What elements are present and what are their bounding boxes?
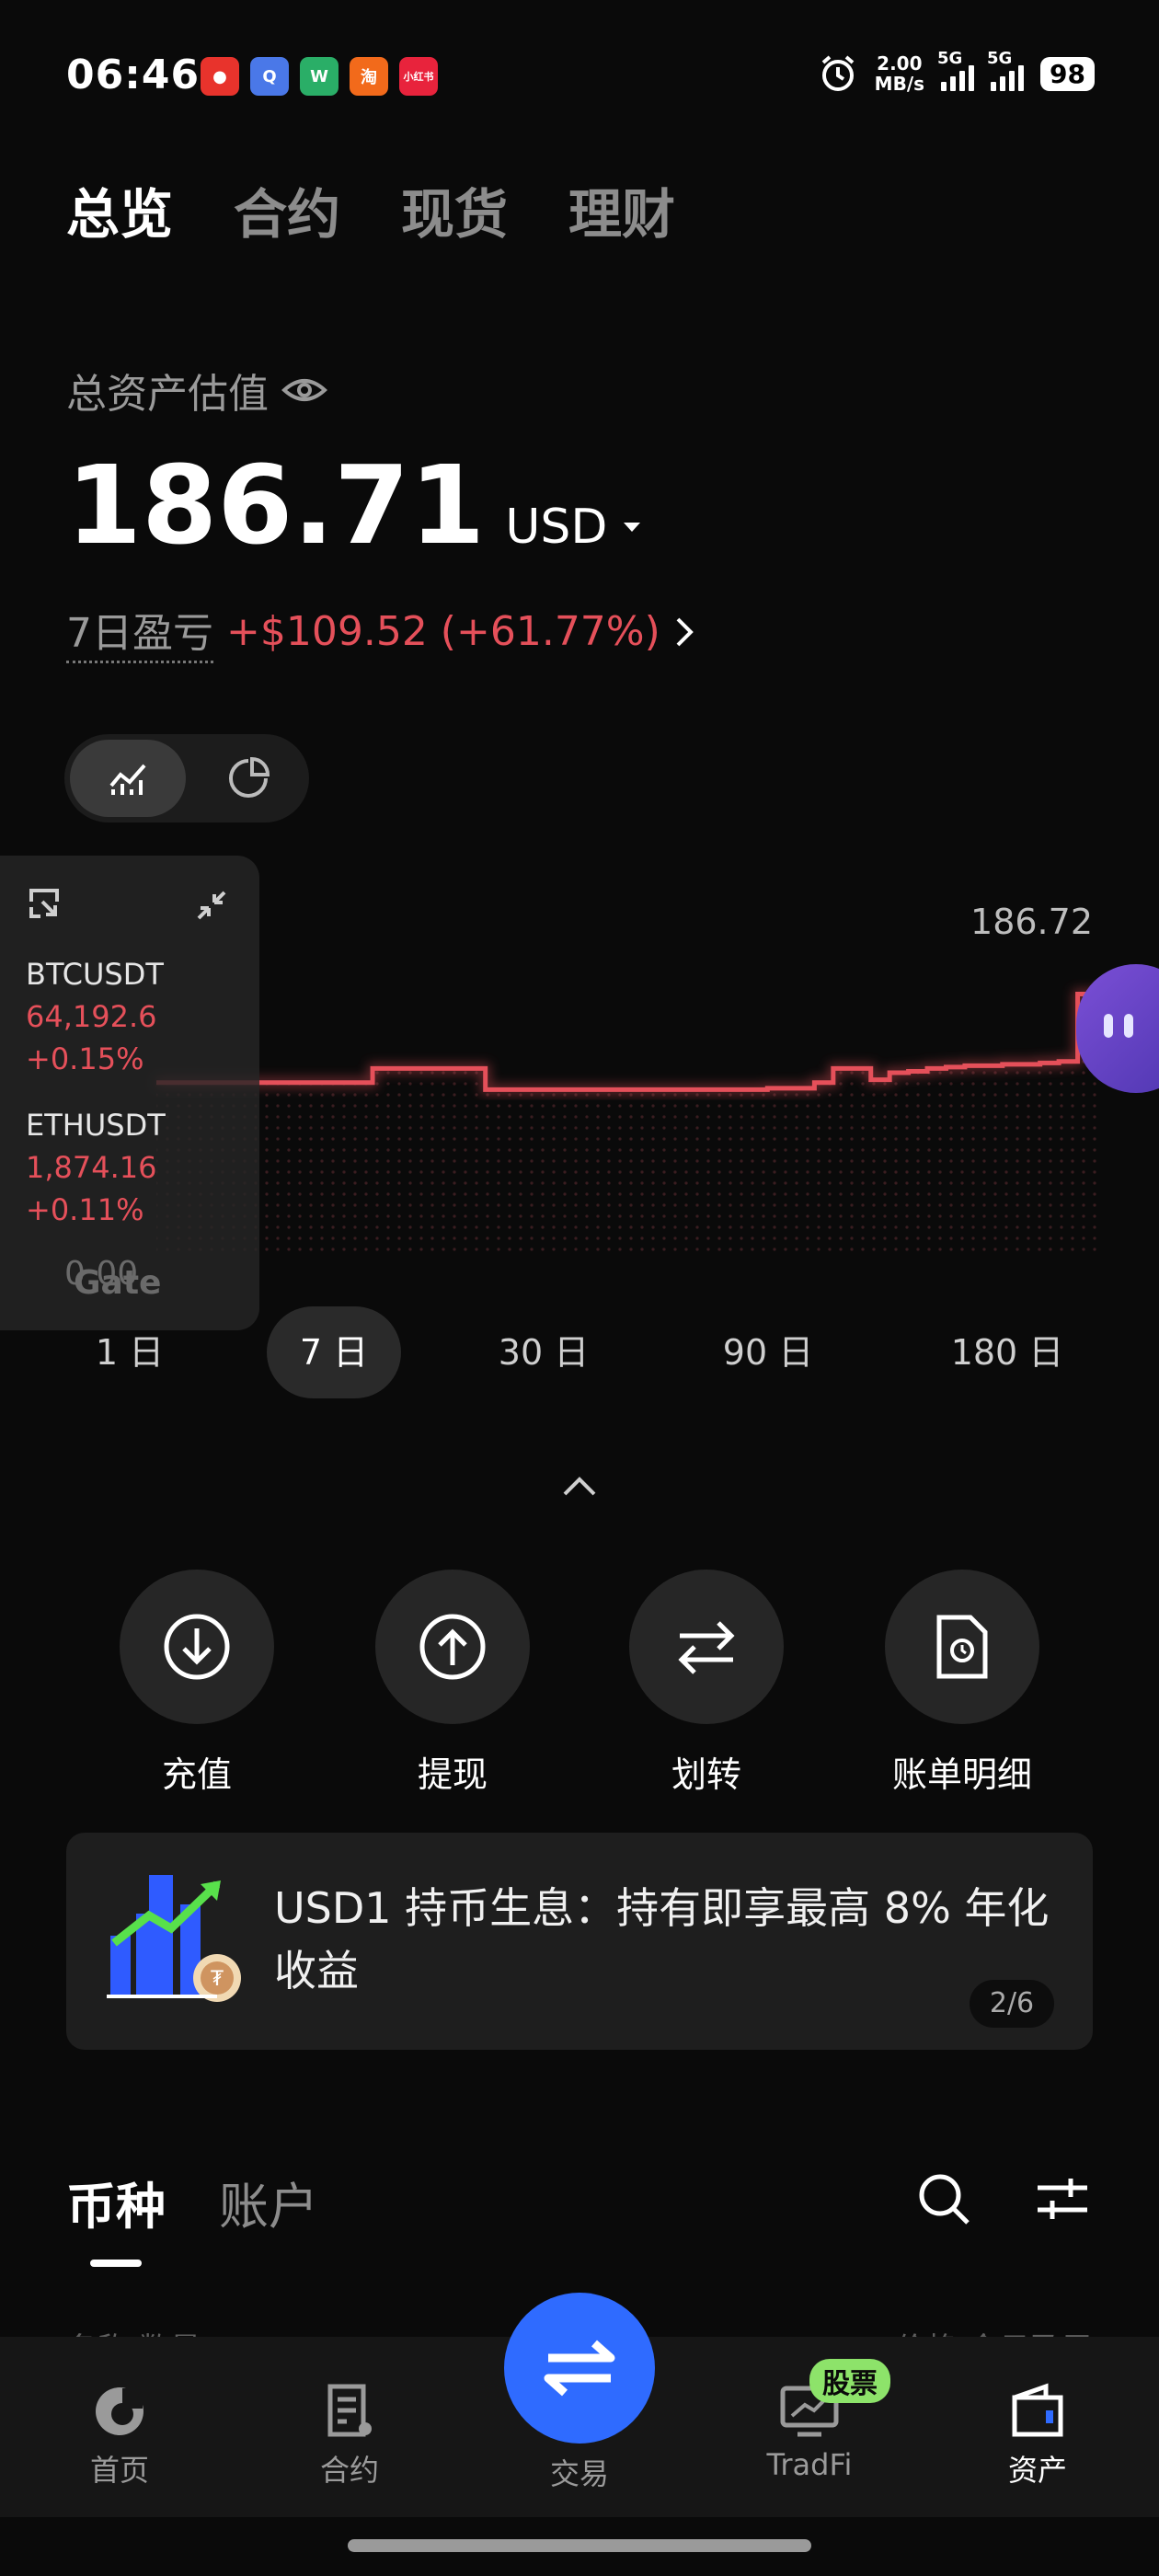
pie-chart-toggle[interactable] bbox=[193, 740, 304, 817]
nav-futures[interactable]: 合约 bbox=[267, 2383, 432, 2490]
caret-down-icon bbox=[624, 523, 641, 532]
deposit-button[interactable] bbox=[120, 1570, 274, 1724]
gate-watermark: Gate bbox=[74, 1264, 162, 1302]
chart-max-label: 186.72 bbox=[970, 902, 1093, 942]
deposit-label: 充值 bbox=[161, 1754, 232, 1795]
bill-details-label: 账单明细 bbox=[891, 1754, 1032, 1795]
chart-view-toggle bbox=[64, 734, 309, 822]
filter-sliders-icon[interactable] bbox=[1036, 2177, 1089, 2221]
total-assets-value: 186.71 bbox=[66, 442, 486, 569]
swap-arrows-icon bbox=[544, 2340, 615, 2397]
expand-icon[interactable] bbox=[28, 887, 61, 920]
bill-details-button[interactable] bbox=[885, 1570, 1039, 1724]
nav-futures-label: 合约 bbox=[319, 2453, 379, 2488]
withdraw-circle bbox=[375, 1570, 530, 1724]
app-icon-1: ● bbox=[201, 57, 239, 96]
document-clock-icon bbox=[936, 1615, 988, 1679]
total-assets-row: 186.71 USD bbox=[66, 442, 642, 569]
deposit-circle bbox=[120, 1570, 274, 1724]
network-speed: 2.00 MB/s bbox=[875, 53, 924, 94]
contract-icon bbox=[327, 2384, 372, 2437]
transfer-button[interactable] bbox=[629, 1570, 784, 1724]
transfer-circle bbox=[629, 1570, 784, 1724]
currency-label: USD bbox=[505, 500, 608, 555]
wechat-icon: W bbox=[300, 57, 339, 96]
tab-earn[interactable]: 理财 bbox=[568, 171, 675, 248]
collapse-icon[interactable] bbox=[195, 889, 228, 922]
nav-home[interactable]: 首页 bbox=[37, 2383, 202, 2490]
svg-text:₮: ₮ bbox=[211, 1968, 224, 1991]
bill-circle bbox=[885, 1570, 1039, 1724]
tab-overview[interactable]: 总览 bbox=[66, 171, 173, 248]
withdraw-icon bbox=[419, 1614, 486, 1680]
net-speed-unit: MB/s bbox=[874, 73, 925, 95]
pnl-value: +$109.52 (+61.77%) bbox=[226, 608, 660, 655]
tab-indicator bbox=[90, 2260, 142, 2267]
ticker-price: 1,874.16 bbox=[26, 1150, 157, 1185]
ticker-eth[interactable]: ETHUSDT 1,874.16 +0.11% bbox=[26, 1104, 166, 1231]
stocks-badge: 股票 bbox=[809, 2359, 890, 2403]
promo-banner[interactable]: ₮ USD1 持币生息：持有即享最高 8% 年化收益 2/6 bbox=[66, 1833, 1093, 2050]
period-30d[interactable]: 30 日 bbox=[484, 1306, 603, 1398]
currency-selector[interactable]: USD bbox=[505, 500, 642, 555]
nav-trade-label[interactable]: 交易 bbox=[497, 2451, 662, 2493]
period-7d[interactable]: 7 日 bbox=[267, 1306, 401, 1398]
banner-text: USD1 持币生息：持有即享最高 8% 年化收益 bbox=[274, 1883, 1050, 1995]
ticker-change: +0.11% bbox=[26, 1192, 144, 1227]
alarm-icon bbox=[821, 55, 854, 91]
app-icon-2: Q bbox=[250, 57, 289, 96]
ticker-price: 64,192.6 bbox=[26, 999, 157, 1034]
chevron-up-icon[interactable] bbox=[561, 1474, 598, 1498]
taobao-icon: 淘 bbox=[350, 57, 388, 96]
eye-icon[interactable] bbox=[281, 374, 327, 406]
chart-area bbox=[156, 988, 1096, 1251]
wallet-icon bbox=[1012, 2383, 1063, 2437]
search-icon[interactable] bbox=[916, 2171, 973, 2228]
xiaohongshu-icon: 小红书 bbox=[399, 57, 438, 96]
line-chart-toggle[interactable] bbox=[70, 740, 186, 817]
signal-icon-2: 5G bbox=[987, 49, 1025, 91]
line-chart-icon bbox=[109, 764, 146, 795]
withdraw-button[interactable] bbox=[375, 1570, 530, 1724]
home-icon bbox=[96, 2387, 143, 2435]
ticker-symbol: ETHUSDT bbox=[26, 1108, 166, 1143]
signal-icon-1: 5G bbox=[937, 49, 975, 91]
period-1d[interactable]: 1 日 bbox=[79, 1306, 180, 1398]
total-assets-header: 总资产估值 bbox=[66, 361, 327, 420]
tab-spot[interactable]: 现货 bbox=[401, 171, 508, 248]
pie-chart-icon bbox=[229, 757, 270, 798]
ticker-change: +0.15% bbox=[26, 1041, 144, 1076]
signal-label-1: 5G bbox=[937, 49, 963, 68]
tab-futures[interactable]: 合约 bbox=[234, 171, 340, 248]
nav-assets[interactable]: 资产 bbox=[955, 2383, 1120, 2490]
pnl-label: 7日盈亏 bbox=[66, 600, 213, 663]
period-90d[interactable]: 90 日 bbox=[708, 1306, 828, 1398]
banner-page-indicator: 2/6 bbox=[970, 1980, 1054, 2028]
deposit-icon bbox=[164, 1614, 230, 1680]
ticker-btc[interactable]: BTCUSDT 64,192.6 +0.15% bbox=[26, 953, 164, 1080]
transfer-label: 划转 bbox=[671, 1754, 741, 1795]
home-indicator bbox=[348, 2539, 811, 2552]
net-speed-value: 2.00 bbox=[877, 52, 923, 75]
ticker-symbol: BTCUSDT bbox=[26, 957, 164, 992]
chevron-right-icon bbox=[676, 617, 694, 646]
tab-coins[interactable]: 币种 bbox=[66, 2166, 166, 2238]
pnl-row[interactable]: 7日盈亏 +$109.52 (+61.77%) bbox=[66, 600, 695, 663]
nav-tradfi-label: TradFi bbox=[766, 2447, 853, 2482]
tab-accounts[interactable]: 账户 bbox=[219, 2166, 318, 2238]
withdraw-label: 提现 bbox=[417, 1754, 488, 1795]
total-assets-label: 总资产估值 bbox=[66, 371, 269, 418]
status-indicators: 2.00 MB/s 5G 5G 98 bbox=[818, 49, 1095, 94]
period-180d[interactable]: 180 日 bbox=[938, 1306, 1076, 1398]
ticker-widget[interactable]: BTCUSDT 64,192.6 +0.15% ETHUSDT 1,874.16… bbox=[0, 856, 259, 1330]
growth-chart-icon: ₮ bbox=[107, 1875, 241, 2002]
nav-assets-label: 资产 bbox=[1007, 2453, 1067, 2488]
battery-indicator: 98 bbox=[1040, 56, 1095, 91]
transfer-icon bbox=[678, 1621, 735, 1674]
nav-home-label: 首页 bbox=[89, 2453, 149, 2488]
trade-button[interactable] bbox=[504, 2293, 655, 2444]
signal-label-2: 5G bbox=[987, 49, 1013, 68]
status-time: 06:46 bbox=[66, 52, 201, 98]
